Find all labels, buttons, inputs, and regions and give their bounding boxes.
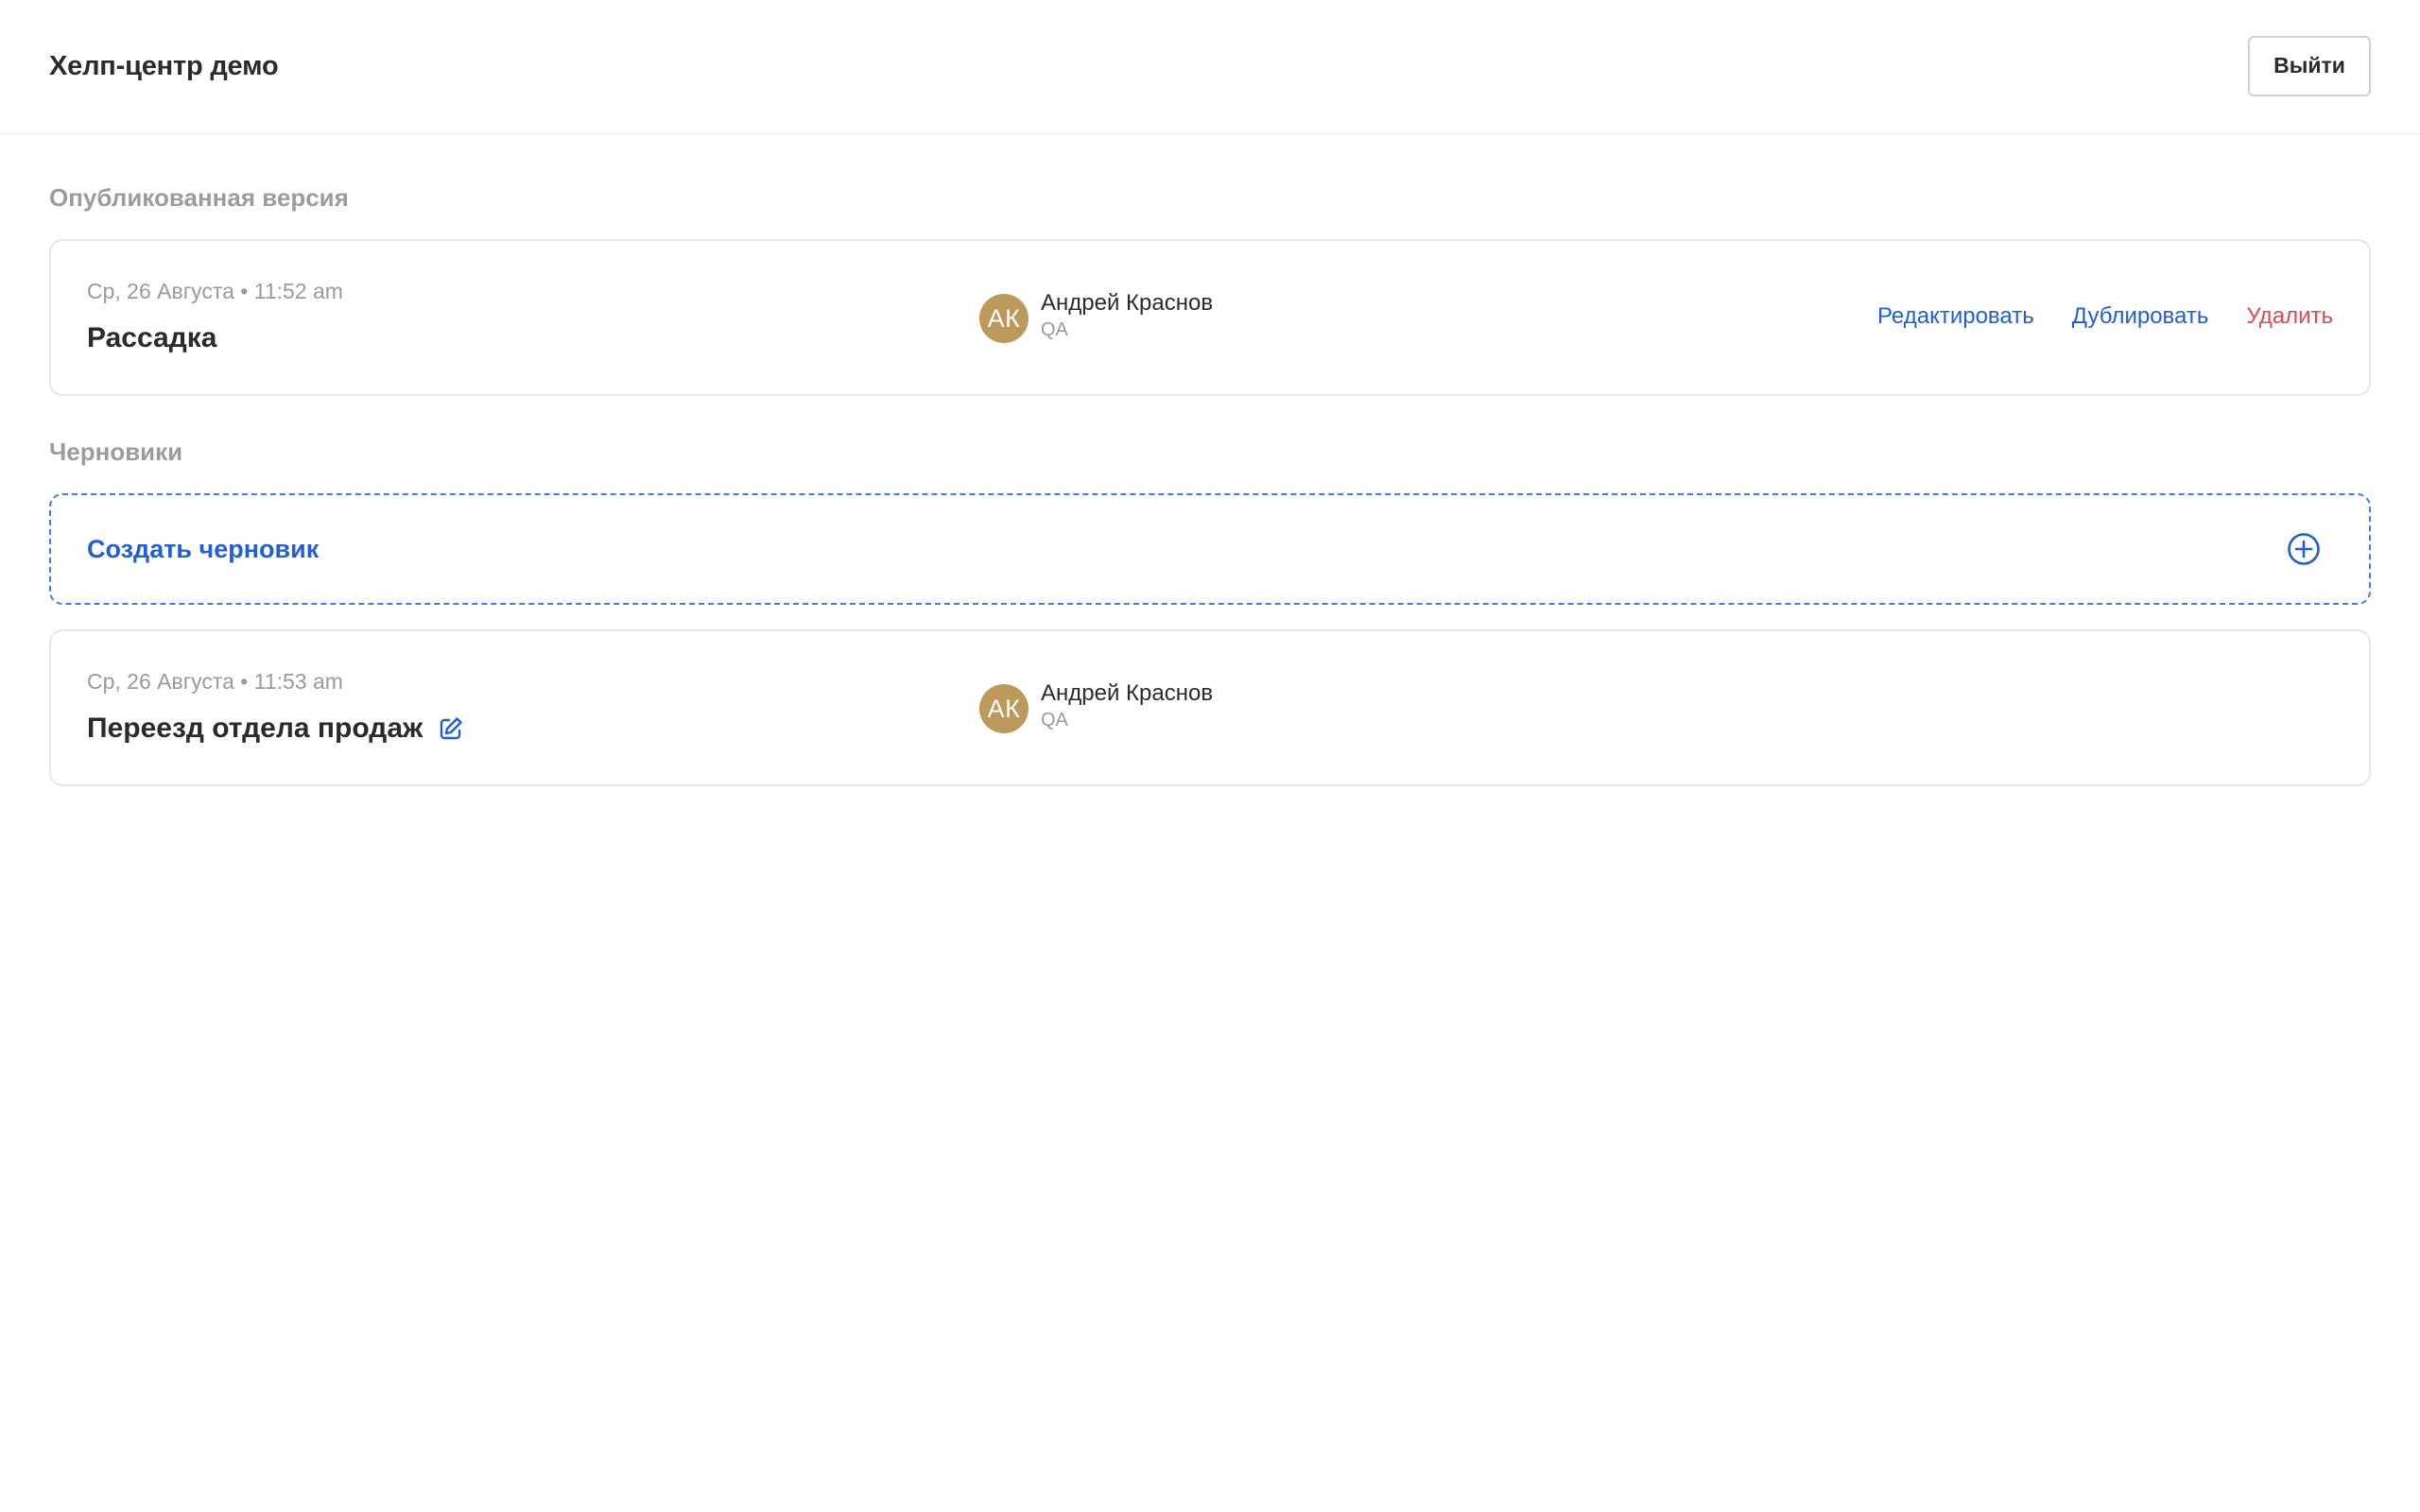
app-header: Хелп-центр демо Выйти: [0, 0, 2420, 134]
duplicate-link[interactable]: Дублировать: [2072, 303, 2209, 330]
published-section-title: Опубликованная версия: [49, 183, 349, 212]
author-role: QA: [1041, 710, 1068, 730]
main-content: Опубликованная версия Ср, 26 Августа • 1…: [0, 183, 2420, 786]
draft-card[interactable]: Ср, 26 Августа • 11:53 am Переезд отдела…: [49, 629, 2371, 786]
author: АК Андрей Краснов QA: [979, 290, 1213, 343]
create-draft-button[interactable]: Создать черновик: [49, 493, 2371, 605]
author-info: Андрей Краснов QA: [1041, 290, 1213, 342]
author-role: QA: [1041, 319, 1068, 340]
logout-button[interactable]: Выйти: [2248, 35, 2371, 96]
delete-link[interactable]: Удалить: [2246, 303, 2333, 330]
author-name: Андрей Краснов: [1041, 680, 1214, 706]
author: АК Андрей Краснов QA: [979, 680, 1213, 733]
avatar: АК: [979, 684, 1028, 733]
card-actions: Редактировать Дублировать Удалить: [1877, 303, 2333, 330]
card-title: Переезд отдела продаж: [87, 713, 424, 744]
card-title: Рассадка: [87, 322, 217, 353]
avatar: АК: [979, 294, 1028, 343]
author-info: Андрей Краснов QA: [1041, 680, 1213, 732]
create-draft-label: Создать черновик: [87, 534, 320, 563]
published-version-card: Ср, 26 Августа • 11:52 am Рассадка АК Ан…: [49, 239, 2371, 396]
edit-link[interactable]: Редактировать: [1877, 303, 2034, 330]
card-date: Ср, 26 Августа • 11:53 am: [87, 669, 343, 694]
author-name: Андрей Краснов: [1041, 290, 1214, 316]
edit-pencil-icon[interactable]: [438, 715, 464, 742]
app-title: Хелп-центр демо: [49, 51, 279, 81]
drafts-section-title: Черновики: [49, 438, 183, 466]
card-date: Ср, 26 Августа • 11:52 am: [87, 279, 343, 303]
plus-circle-icon[interactable]: [2286, 531, 2322, 567]
card-title-row: Переезд отдела продаж: [87, 713, 464, 745]
